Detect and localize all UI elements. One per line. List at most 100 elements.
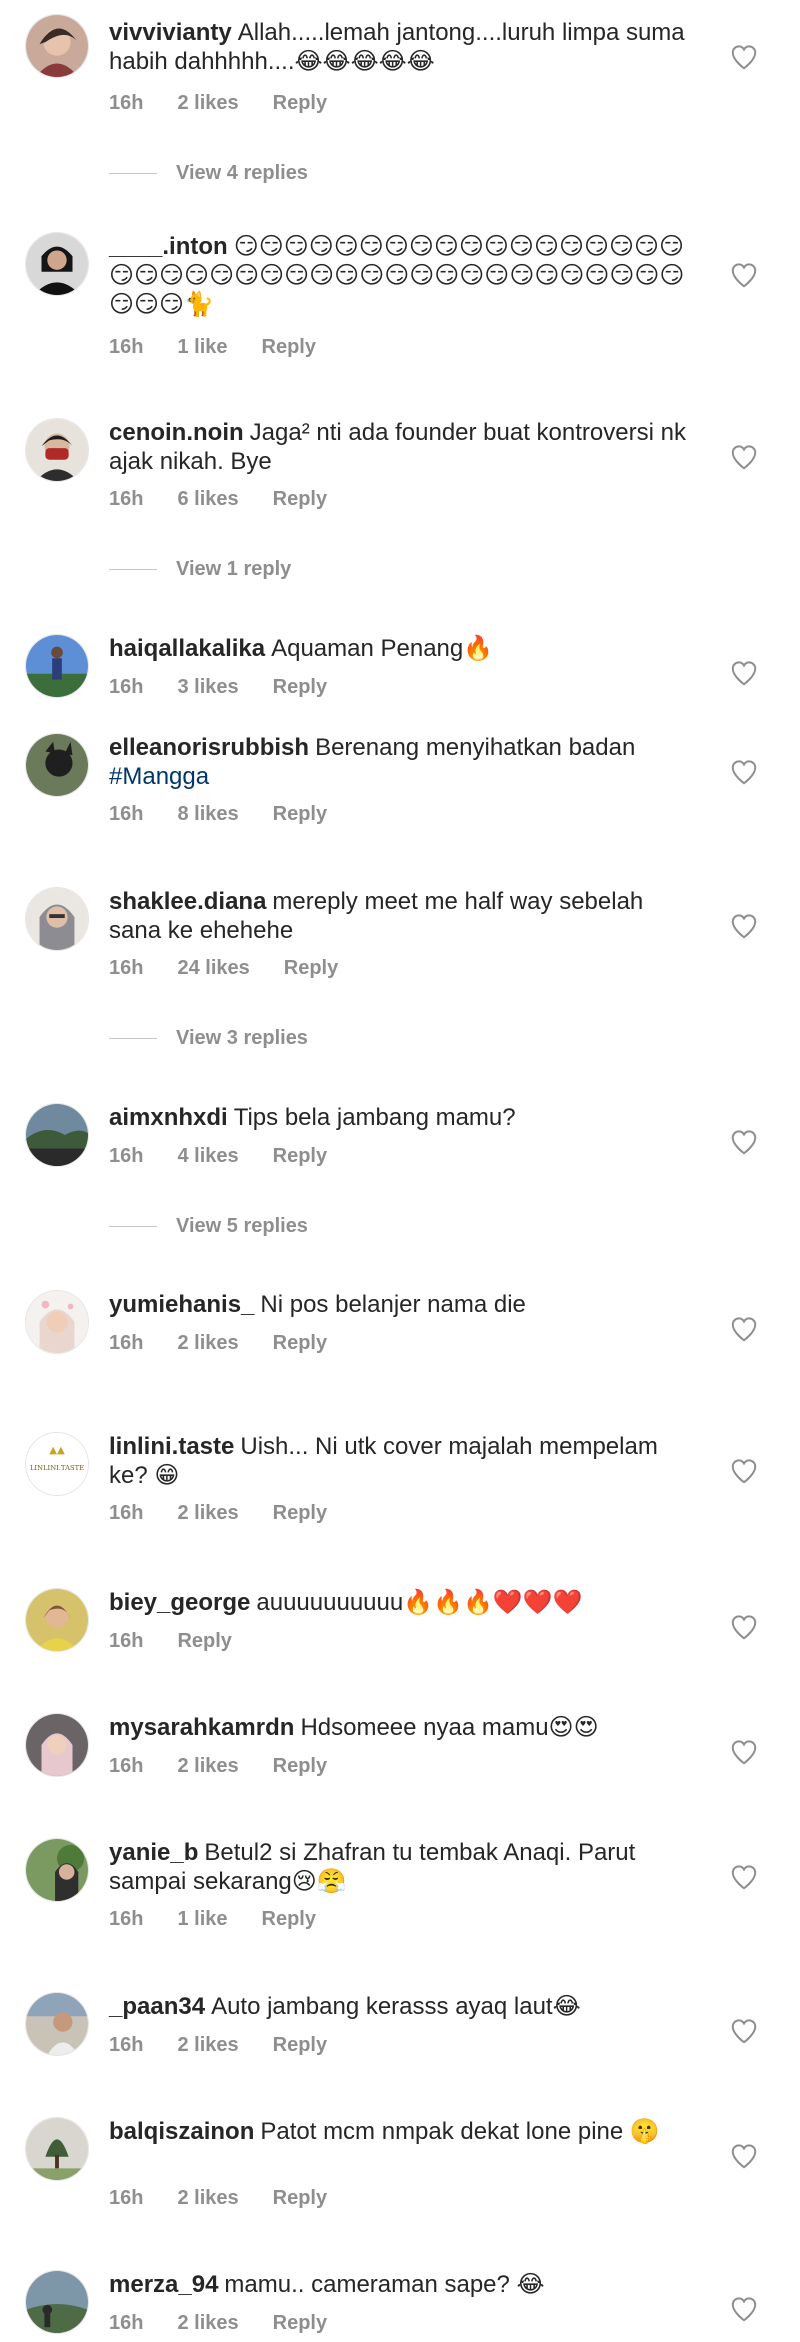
reply-button[interactable]: Reply [262, 336, 316, 359]
like-heart-icon[interactable] [729, 442, 759, 472]
username-link[interactable]: biey_george [109, 1589, 250, 1616]
like-heart-icon[interactable] [729, 1737, 759, 1767]
username-link[interactable]: balqiszainon [109, 2118, 254, 2145]
divider-line [109, 569, 157, 570]
like-heart-icon[interactable] [729, 757, 759, 787]
comment-meta: 16h 8 likes Reply [109, 803, 327, 826]
likes-count[interactable]: 3 likes [177, 676, 238, 699]
likes-count[interactable]: 2 likes [177, 2034, 238, 2057]
likes-count[interactable]: 2 likes [177, 1755, 238, 1778]
reply-button[interactable]: Reply [273, 2187, 327, 2210]
avatar[interactable] [25, 1103, 89, 1167]
divider-line [109, 1038, 157, 1039]
hashtag-link[interactable]: #Mangga [109, 763, 209, 790]
like-heart-icon[interactable] [729, 911, 759, 941]
reply-button[interactable]: Reply [273, 1502, 327, 1525]
like-heart-icon[interactable] [729, 42, 759, 72]
view-replies-button[interactable]: View 1 reply [109, 558, 291, 581]
likes-count[interactable]: 2 likes [177, 92, 238, 115]
like-heart-icon[interactable] [729, 1862, 759, 1892]
reply-button[interactable]: Reply [284, 957, 338, 980]
like-heart-icon[interactable] [729, 2294, 759, 2324]
comment-text: elleanorisrubbish Berenang menyihatkan ba… [109, 733, 689, 791]
avatar[interactable] [25, 1290, 89, 1354]
avatar[interactable] [25, 1838, 89, 1902]
likes-count[interactable]: 2 likes [177, 2312, 238, 2335]
comment-text: yanie_b Betul2 si Zhafran tu tembak Anaqi… [109, 1838, 689, 1896]
timestamp: 16h [109, 336, 144, 358]
comment-meta: 16h 4 likes Reply [109, 1145, 327, 1168]
reply-button[interactable]: Reply [273, 676, 327, 699]
comment-meta: 16h 2 likes Reply [109, 2034, 327, 2057]
comment-body: auuuuuuuuuu🔥🔥🔥❤️❤️❤️ [256, 1589, 583, 1616]
reply-button[interactable]: Reply [273, 1145, 327, 1168]
comment-text: yumiehanis_ Ni pos belanjer nama die [109, 1290, 689, 1319]
username-link[interactable]: _paan34 [109, 1993, 205, 2020]
like-heart-icon[interactable] [729, 658, 759, 688]
comment-text: mysarahkamrdn Hdsomeee nyaa mamu😍😍 [109, 1713, 689, 1742]
reply-button[interactable]: Reply [273, 1332, 327, 1355]
avatar[interactable] [25, 1588, 89, 1652]
reply-button[interactable]: Reply [273, 803, 327, 826]
reply-button[interactable]: Reply [273, 2034, 327, 2057]
likes-count[interactable]: 1 like [177, 1908, 227, 1931]
avatar[interactable]: LINLINI.TASTE [25, 1432, 89, 1496]
username-link[interactable]: linlini.taste [109, 1433, 234, 1460]
avatar[interactable] [25, 1992, 89, 2056]
timestamp: 16h [109, 2187, 144, 2209]
username-link[interactable]: elleanorisrubbish [109, 734, 309, 761]
like-heart-icon[interactable] [729, 260, 759, 290]
like-heart-icon[interactable] [729, 1456, 759, 1486]
like-heart-icon[interactable] [729, 2016, 759, 2046]
comment-meta: 16h 2 likes Reply [109, 2187, 327, 2210]
comment-body: Ni pos belanjer nama die [260, 1291, 526, 1318]
username-link[interactable]: mysarahkamrdn [109, 1714, 294, 1741]
timestamp: 16h [109, 1332, 144, 1354]
like-heart-icon[interactable] [729, 1127, 759, 1157]
likes-count[interactable]: 6 likes [177, 488, 238, 511]
comment-text: vivvivianty Allah.....lemah jantong....lu… [109, 18, 689, 76]
avatar[interactable] [25, 887, 89, 951]
avatar[interactable] [25, 2117, 89, 2181]
reply-button[interactable]: Reply [273, 1755, 327, 1778]
username-link[interactable]: yanie_b [109, 1839, 198, 1866]
username-link[interactable]: merza_94 [109, 2271, 218, 2298]
avatar[interactable] [25, 14, 89, 78]
avatar[interactable] [25, 418, 89, 482]
view-replies-button[interactable]: View 5 replies [109, 1215, 308, 1238]
avatar[interactable] [25, 232, 89, 296]
like-heart-icon[interactable] [729, 2141, 759, 2171]
view-replies-button[interactable]: View 3 replies [109, 1027, 308, 1050]
username-link[interactable]: yumiehanis_ [109, 1291, 254, 1318]
view-replies-label: View 3 replies [176, 1027, 308, 1049]
reply-button[interactable]: Reply [262, 1908, 316, 1931]
view-replies-label: View 4 replies [176, 162, 308, 184]
likes-count[interactable]: 2 likes [177, 1332, 238, 1355]
view-replies-button[interactable]: View 4 replies [109, 162, 308, 185]
like-heart-icon[interactable] [729, 1612, 759, 1642]
timestamp: 16h [109, 957, 144, 979]
likes-count[interactable]: 24 likes [177, 957, 249, 980]
avatar[interactable] [25, 733, 89, 797]
comment-text: ____.inton 😏😏😏😏😏😏😏😏😏😏😏😏😏😏😏😏😏😏😏😏😏😏😏😏😏😏😏😏😏😏… [109, 232, 689, 319]
likes-count[interactable]: 1 like [177, 336, 227, 359]
username-link[interactable]: ____.inton [109, 233, 228, 260]
like-heart-icon[interactable] [729, 1314, 759, 1344]
reply-button[interactable]: Reply [177, 1630, 231, 1653]
likes-count[interactable]: 2 likes [177, 1502, 238, 1525]
username-link[interactable]: shaklee.diana [109, 888, 266, 915]
likes-count[interactable]: 4 likes [177, 1145, 238, 1168]
comment-meta: 16h 1 like Reply [109, 1908, 316, 1931]
reply-button[interactable]: Reply [273, 2312, 327, 2335]
likes-count[interactable]: 2 likes [177, 2187, 238, 2210]
avatar[interactable] [25, 2270, 89, 2334]
reply-button[interactable]: Reply [273, 488, 327, 511]
username-link[interactable]: aimxnhxdi [109, 1104, 228, 1131]
likes-count[interactable]: 8 likes [177, 803, 238, 826]
username-link[interactable]: vivvivianty [109, 19, 232, 46]
username-link[interactable]: haiqallakalika [109, 635, 265, 662]
avatar[interactable] [25, 1713, 89, 1777]
username-link[interactable]: cenoin.noin [109, 419, 244, 446]
reply-button[interactable]: Reply [273, 92, 327, 115]
avatar[interactable] [25, 634, 89, 698]
